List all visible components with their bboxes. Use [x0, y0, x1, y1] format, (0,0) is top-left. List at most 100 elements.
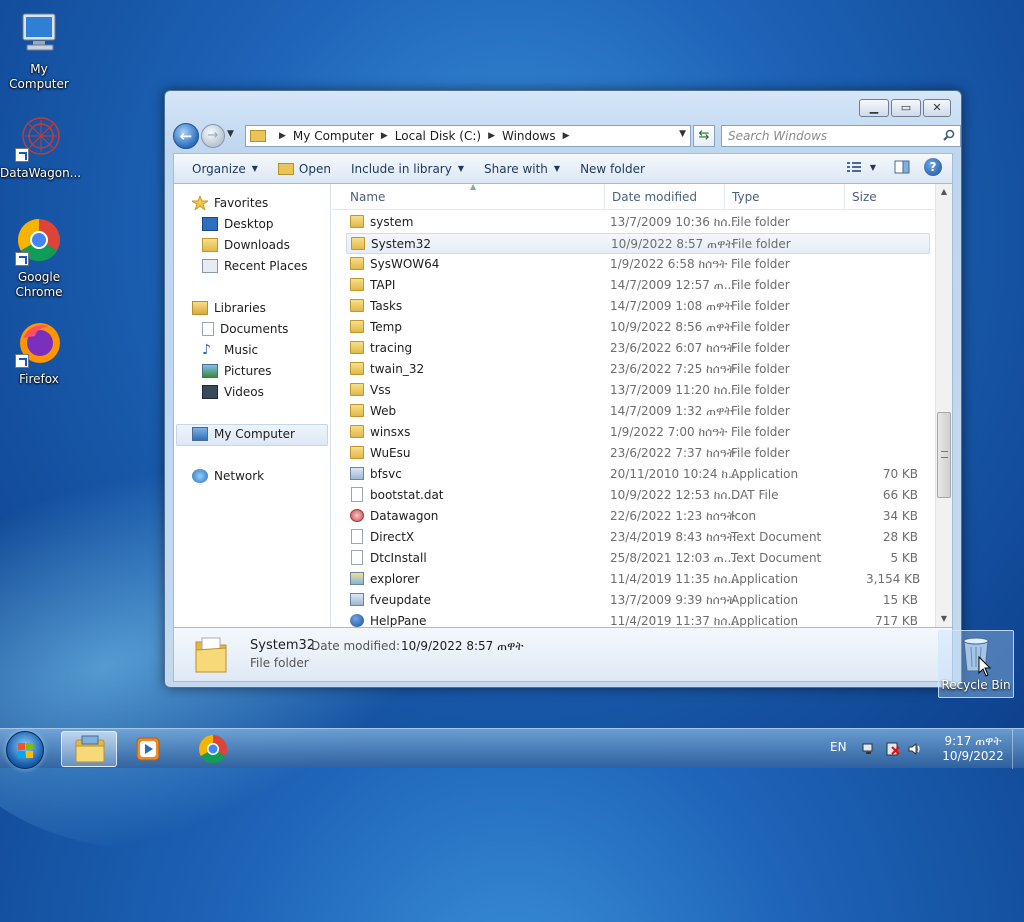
system-clock[interactable]: 9:17 ጠዋት 10/9/2022: [938, 734, 1008, 764]
close-button[interactable]: ✕: [923, 99, 951, 117]
new-folder-button[interactable]: New folder: [580, 162, 645, 176]
nav-pictures[interactable]: Pictures: [202, 364, 272, 378]
file-row[interactable]: Datawagon 22/6/2022 1:23 ከሰዓት Icon 34 KB: [346, 506, 934, 527]
documents-icon: [202, 322, 214, 336]
open-button[interactable]: Open: [277, 162, 331, 176]
file-row[interactable]: system 13/7/2009 10:36 ከሰ... File folder: [346, 212, 934, 233]
breadcrumb-my-computer[interactable]: My Computer: [293, 129, 374, 143]
details-date-label: Date modified:: [311, 639, 401, 653]
nav-favorites[interactable]: Favorites: [192, 196, 268, 210]
show-desktop-button[interactable]: [1012, 729, 1024, 769]
file-row[interactable]: System32 10/9/2022 8:57 ጠዋት File folder: [346, 233, 930, 254]
nav-my-computer[interactable]: My Computer: [192, 427, 295, 441]
file-row[interactable]: Web 14/7/2009 1:32 ጠዋት File folder: [346, 401, 934, 422]
folder-icon: [350, 278, 364, 291]
organize-button[interactable]: Organize ▼: [192, 162, 258, 176]
file-size: 34 KB: [882, 509, 918, 523]
file-row[interactable]: Tasks 14/7/2009 1:08 ጠዋት File folder: [346, 296, 934, 317]
include-in-library-button[interactable]: Include in library ▼: [351, 162, 464, 176]
taskbar-media-player[interactable]: [120, 731, 176, 767]
minimize-button[interactable]: ▁: [859, 99, 889, 117]
scrollbar-thumb[interactable]: [937, 412, 951, 498]
refresh-button[interactable]: ⇆: [693, 125, 715, 147]
nav-libraries[interactable]: Libraries: [192, 301, 266, 315]
search-icon[interactable]: [943, 129, 955, 141]
view-dropdown-icon[interactable]: ▼: [870, 163, 876, 172]
desktop-icon-google-chrome[interactable]: Google Chrome: [0, 218, 78, 300]
nav-videos[interactable]: Videos: [202, 385, 264, 399]
preview-pane-icon[interactable]: [894, 160, 910, 174]
forward-button[interactable]: →: [201, 124, 225, 148]
file-row[interactable]: winsxs 1/9/2022 7:00 ከሰዓት File folder: [346, 422, 934, 443]
column-type[interactable]: Type: [732, 190, 760, 204]
desktop-icon-my-computer[interactable]: My Computer: [0, 10, 78, 92]
network-status-icon[interactable]: [862, 742, 876, 756]
file-name: System32: [371, 237, 432, 251]
back-button[interactable]: ←: [173, 123, 199, 149]
file-row[interactable]: twain_32 23/6/2022 7:25 ከሰዓት File folder: [346, 359, 934, 380]
nav-recent-places[interactable]: Recent Places: [202, 259, 307, 273]
address-dropdown[interactable]: ▼: [679, 129, 686, 139]
file-row[interactable]: fveupdate 13/7/2009 9:39 ከሰዓት Application 1…: [346, 590, 934, 611]
breadcrumb-separator[interactable]: ▶: [279, 131, 286, 141]
column-size[interactable]: Size: [852, 190, 877, 204]
breadcrumb-separator[interactable]: ▶: [563, 131, 570, 141]
nav-network[interactable]: Network: [192, 469, 264, 483]
file-row[interactable]: HelpPane 11/4/2019 11:37 ከሰ... Application…: [346, 611, 934, 627]
column-name[interactable]: Name: [350, 190, 385, 204]
file-row[interactable]: bootstat.dat 10/9/2022 12:53 ከሰ... DAT Fil…: [346, 485, 934, 506]
column-separator[interactable]: [844, 184, 845, 210]
breadcrumb-windows[interactable]: Windows: [502, 129, 556, 143]
file-row[interactable]: DirectX 23/4/2019 8:43 ከሰዓት Text Document 2…: [346, 527, 934, 548]
breadcrumb-separator[interactable]: ▶: [381, 131, 388, 141]
file-row[interactable]: Vss 13/7/2009 11:20 ከሰ... File folder: [346, 380, 934, 401]
vertical-scrollbar[interactable]: ▲ ▼: [935, 184, 952, 627]
desktop-icon-recycle-bin[interactable]: Recycle Bin: [938, 630, 1014, 698]
breadcrumb-local-disk[interactable]: Local Disk (C:): [395, 129, 481, 143]
language-indicator[interactable]: EN: [830, 740, 847, 754]
file-row[interactable]: DtcInstall 25/8/2021 12:03 ጠ... Text Docum…: [346, 548, 934, 569]
pictures-icon: [202, 364, 218, 378]
file-name: bootstat.dat: [370, 488, 444, 502]
column-separator[interactable]: [604, 184, 605, 210]
volume-icon[interactable]: [908, 742, 922, 756]
share-with-button[interactable]: Share with ▼: [484, 162, 560, 176]
file-row[interactable]: WuEsu 23/6/2022 7:37 ከሰዓት File folder: [346, 443, 934, 464]
taskbar-google-chrome[interactable]: [185, 731, 241, 767]
nav-downloads[interactable]: Downloads: [202, 238, 290, 252]
desktop-icon-datawagon[interactable]: DataWagon...: [0, 114, 81, 181]
file-name: Web: [370, 404, 397, 418]
details-date-value: 10/9/2022 8:57 ጠዋት: [401, 639, 524, 653]
file-name: HelpPane: [370, 614, 427, 627]
breadcrumb-separator[interactable]: ▶: [488, 131, 495, 141]
start-button[interactable]: [6, 731, 44, 769]
nav-desktop[interactable]: Desktop: [202, 217, 274, 231]
file-row[interactable]: bfsvc 20/11/2010 10:24 ከ... Application 70 …: [346, 464, 934, 485]
scroll-down-arrow[interactable]: ▼: [936, 611, 952, 627]
maximize-button[interactable]: ▭: [891, 99, 921, 117]
file-row[interactable]: TAPI 14/7/2009 12:57 ጠ... File folder: [346, 275, 934, 296]
downloads-folder-icon: [202, 238, 218, 252]
file-date-modified: 20/11/2010 10:24 ከ...: [610, 467, 740, 481]
file-row[interactable]: tracing 23/6/2022 6:07 ከሰዓት File folder: [346, 338, 934, 359]
recent-pages-dropdown[interactable]: ▼: [227, 129, 234, 139]
taskbar-windows-explorer[interactable]: [61, 731, 117, 767]
file-row[interactable]: SysWOW64 1/9/2022 6:58 ከሰዓት File folder: [346, 254, 934, 275]
file-row[interactable]: explorer 11/4/2019 11:35 ከሰ... Application…: [346, 569, 934, 590]
help-icon[interactable]: ?: [924, 158, 942, 176]
file-size: 15 KB: [882, 593, 918, 607]
column-separator[interactable]: [724, 184, 725, 210]
file-name: fveupdate: [370, 593, 431, 607]
search-input[interactable]: Search Windows: [721, 125, 961, 147]
action-center-icon[interactable]: [886, 742, 900, 756]
column-date-modified[interactable]: Date modified: [612, 190, 697, 204]
nav-documents[interactable]: Documents: [202, 322, 288, 336]
nav-music[interactable]: ♪ Music: [202, 343, 258, 357]
file-row[interactable]: Temp 10/9/2022 8:56 ጠዋት File folder: [346, 317, 934, 338]
scroll-up-arrow[interactable]: ▲: [936, 184, 952, 200]
desktop-icon-firefox[interactable]: Firefox: [0, 320, 78, 387]
change-view-icon[interactable]: [846, 160, 862, 174]
desktop-icon-label: My Computer: [9, 62, 69, 91]
address-bar[interactable]: ▶ My Computer ▶ Local Disk (C:) ▶ Window…: [245, 125, 691, 147]
file-date-modified: 23/4/2019 8:43 ከሰዓት: [610, 530, 735, 544]
